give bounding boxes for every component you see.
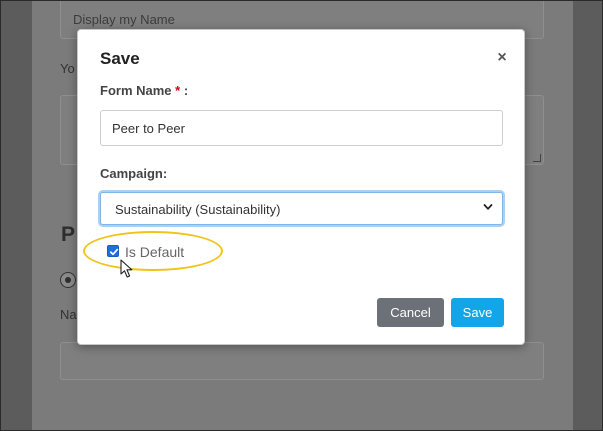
display-name-placeholder: Display my Name — [73, 12, 175, 27]
campaign-select[interactable]: Sustainability (Sustainability) — [100, 192, 503, 225]
close-icon[interactable]: × — [495, 50, 509, 66]
resize-handle-icon — [533, 154, 541, 162]
is-default-checkbox[interactable] — [107, 245, 119, 257]
chevron-down-icon — [483, 204, 493, 210]
dialog-title: Save — [100, 49, 140, 68]
checkmark-icon — [109, 248, 119, 256]
cancel-button[interactable]: Cancel — [377, 298, 444, 327]
is-default-label[interactable]: Is Default — [125, 244, 184, 260]
background-bottom-input — [60, 342, 544, 380]
save-button[interactable]: Save — [451, 298, 504, 327]
form-name-label-text: Form Name — [100, 83, 172, 98]
background-radio — [60, 272, 76, 288]
background-label-na: Na — [60, 307, 77, 322]
mouse-cursor-icon — [120, 259, 133, 278]
save-dialog: Save × Form Name * : Campaign: Sustainab… — [77, 29, 525, 345]
background-heading: P — [61, 223, 76, 246]
form-name-label-suffix: : — [180, 83, 189, 98]
campaign-label: Campaign: — [100, 166, 168, 181]
campaign-selected-value: Sustainability (Sustainability) — [115, 202, 281, 217]
background-label-you: Yo — [60, 61, 75, 76]
form-name-input[interactable] — [100, 110, 503, 146]
form-name-label: Form Name * : — [100, 83, 188, 98]
